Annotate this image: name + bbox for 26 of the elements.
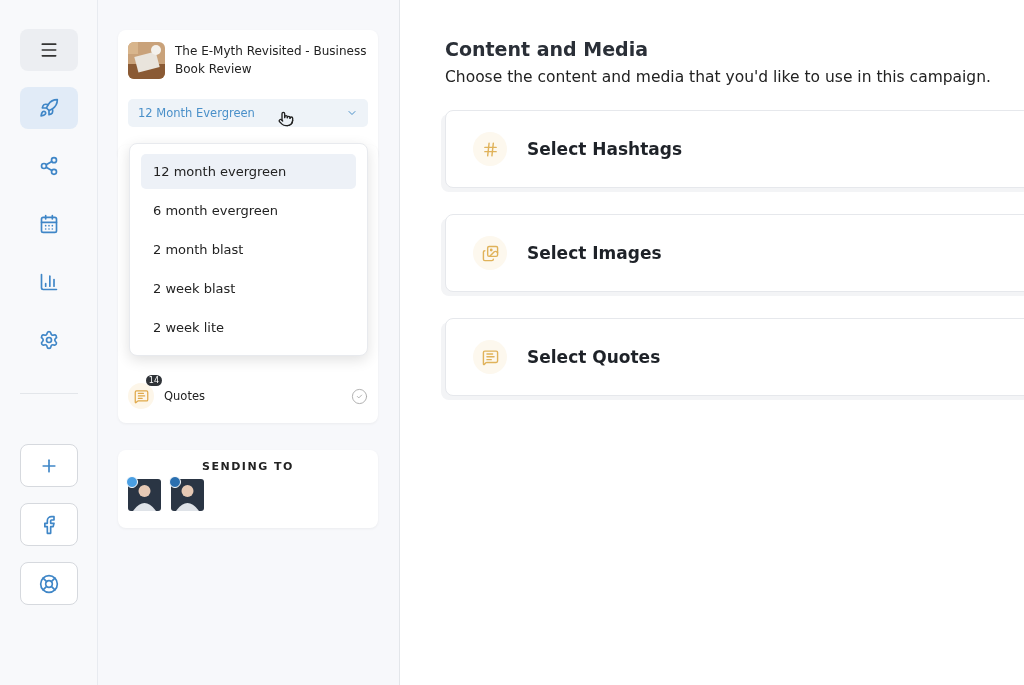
- chart-icon: [38, 272, 59, 292]
- help-button[interactable]: [19, 562, 78, 605]
- quote-icon: [481, 348, 499, 366]
- menu-button[interactable]: [19, 29, 78, 71]
- network-icon: [38, 156, 59, 176]
- campaign-title: The E-Myth Revisited - Business Book Review: [175, 43, 368, 78]
- dropdown-option[interactable]: 12 month evergreen: [141, 154, 356, 189]
- dropdown-option[interactable]: 2 week blast: [141, 271, 356, 306]
- facebook-button[interactable]: [19, 503, 78, 546]
- page-title: Content and Media: [445, 38, 649, 60]
- sending-title: SENDING TO: [201, 460, 295, 473]
- dropdown-option[interactable]: 6 month evergreen: [141, 193, 356, 228]
- settings-icon: [38, 330, 59, 350]
- dropdown-option[interactable]: 2 month blast: [141, 232, 356, 267]
- item-label: Quotes: [164, 389, 206, 403]
- nav-button[interactable]: [19, 87, 78, 129]
- rocket-icon: [38, 98, 59, 118]
- dropdown-option[interactable]: 2 week lite: [141, 310, 356, 345]
- quote-icon: [133, 388, 149, 404]
- lifebuoy-icon: [38, 573, 59, 594]
- page-subtitle: Choose the content and media that you'd like to use in this campaign.: [445, 68, 992, 86]
- count-badge: 14: [145, 375, 162, 386]
- hash-icon: [481, 140, 499, 158]
- images-icon: [481, 244, 499, 262]
- pointer-cursor-icon: [278, 111, 294, 127]
- calendar-icon: [38, 214, 59, 234]
